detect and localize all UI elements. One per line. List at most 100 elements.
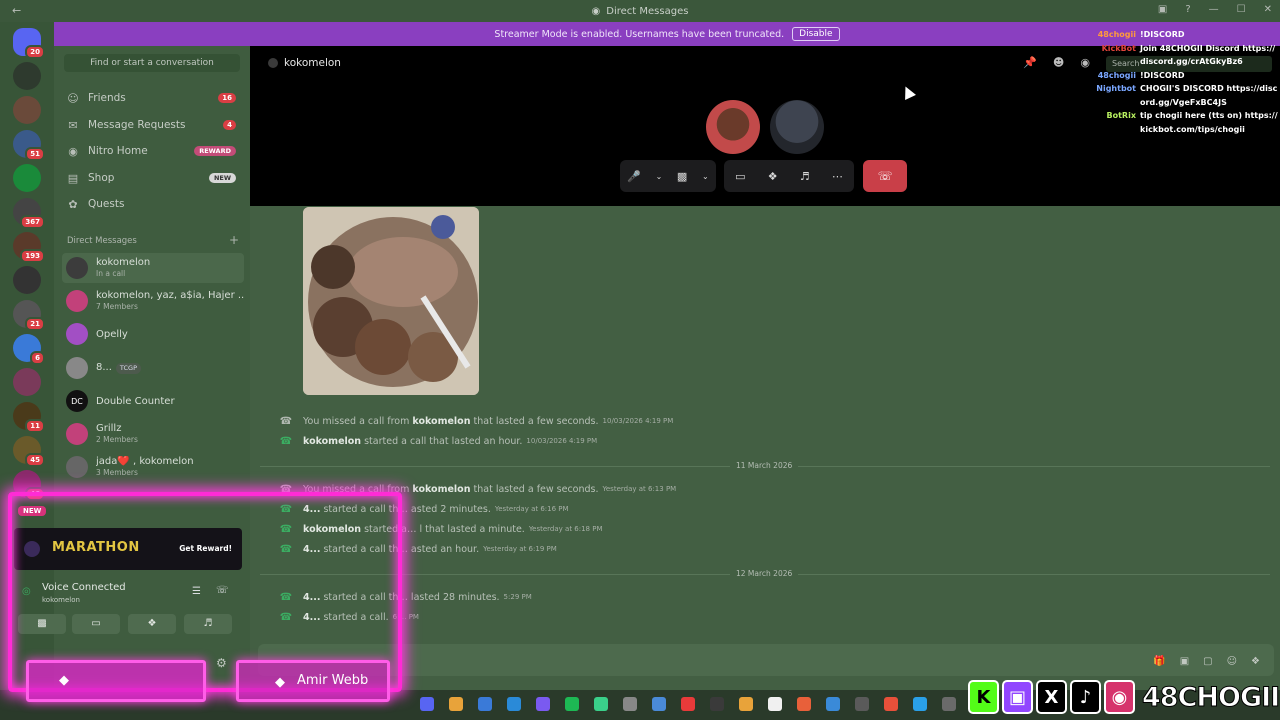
nav-friends[interactable]: ☺ Friends 16 [62,87,240,109]
dm-item[interactable]: DC Double Counter [62,386,244,416]
taskbar-app-icon[interactable] [826,697,840,711]
server-icon[interactable] [13,96,41,124]
streamer-name-card: ◆ Amir Webb [236,660,390,702]
taskbar-app-icon[interactable] [449,697,463,711]
composer-tools: 🎁 ▣ ▢ ☺ ❖ [1153,656,1260,667]
dm-item[interactable]: Grillz 2 Members [62,419,244,449]
dm-name: Double Counter [96,395,175,407]
server-icon[interactable]: 6 [13,334,45,365]
chevron-down-icon[interactable]: ⌄ [656,172,663,181]
server-icon[interactable] [13,266,41,294]
plus-icon[interactable]: + [229,233,239,247]
message-text: that lasted a few seconds. [470,415,599,427]
tiktok-icon: ♪ [1070,680,1101,714]
taskbar-app-icon[interactable] [681,697,695,711]
taskbar-app-icon[interactable] [797,697,811,711]
minimize-icon[interactable]: — [1209,4,1219,15]
dm-status: 2 Members [96,435,138,444]
new-tag: NEW [208,173,236,183]
server-icon[interactable] [13,62,41,90]
dm-item[interactable]: 8... TCGP [62,353,244,383]
sticker-icon[interactable]: ▢ [1203,656,1212,667]
profile-icon[interactable]: ◉ [1080,56,1090,69]
maximize-icon[interactable]: ☐ [1237,4,1246,15]
nitro-icon: ◉ [68,144,78,158]
window-title: Direct Messages [606,5,689,17]
unread-badge: 193 [20,249,45,263]
soundboard-icon[interactable]: ♬ [800,170,810,183]
more-icon[interactable]: ⋯ [832,170,843,183]
home-icon[interactable]: 20 [13,28,45,59]
taskbar-app-icon[interactable] [623,697,637,711]
streamer-name: Amir Webb [297,673,369,688]
unread-badge: 6 [30,351,45,365]
nav-message-requests[interactable]: ✉ Message Requests 4 [62,114,240,136]
server-icon[interactable] [13,368,41,396]
arrow-left-icon[interactable]: ← [12,4,21,17]
username[interactable]: kokomelon [412,484,470,495]
taskbar-app-icon[interactable] [913,697,927,711]
username[interactable]: kokomelon [412,416,470,427]
chat-username: BotRix [1106,111,1136,120]
nav-shop[interactable]: ▤ Shop NEW [62,167,240,189]
activities-icon[interactable]: ❖ [768,170,778,183]
camera-off-icon[interactable]: ▩ [677,170,687,183]
server-icon[interactable]: 45 [13,436,45,467]
taskbar-app-icon[interactable] [710,697,724,711]
chat-text: tip chogii here (tts on) https://kickbot… [1140,111,1278,134]
quests-icon: ✿ [68,197,78,211]
dm-item[interactable]: jada❤️ , kokomelon 3 Members [62,452,244,482]
shared-image[interactable] [303,207,479,395]
chevron-down-icon[interactable]: ⌄ [702,172,709,181]
server-icon[interactable]: 367 [13,198,45,229]
taskbar-app-icon[interactable] [942,697,956,711]
help-icon[interactable]: ? [1185,4,1190,15]
inbox-icon[interactable]: ▣ [1158,4,1167,15]
emoji-icon[interactable]: ☺ [1227,656,1237,667]
apps-icon[interactable]: ❖ [1251,656,1260,667]
server-icon[interactable]: 21 [13,300,45,331]
disable-button[interactable]: Disable [792,27,840,41]
search-input[interactable]: Find or start a conversation [64,54,240,72]
server-icon[interactable]: 193 [13,232,45,263]
share-screen-icon[interactable]: ▭ [735,170,745,183]
nav-nitro-home[interactable]: ◉ Nitro Home REWARD [62,140,240,162]
participant-avatar[interactable] [770,100,824,154]
participant-avatar[interactable] [706,100,760,154]
audio-video-controls: 🎤 ⌄ ▩ ⌄ [620,160,716,192]
server-icon[interactable]: 11 [13,402,45,433]
mic-icon[interactable]: 🎤 [627,170,641,183]
avatar [66,323,88,345]
taskbar-app-icon[interactable] [507,697,521,711]
social-links: K ▣ X ♪ ◉ 48CHOGII [968,674,1280,720]
dm-item[interactable]: kokomelon, yaz, a$ia, Hajer ... 7 Member… [62,286,244,316]
close-icon[interactable]: ✕ [1264,4,1272,15]
message-composer[interactable] [258,644,1274,676]
taskbar-app-icon[interactable] [594,697,608,711]
date-divider-label: 12 March 2026 [730,569,799,578]
dm-item[interactable]: kokomelon In a call [62,253,244,283]
taskbar-app-icon[interactable] [420,697,434,711]
taskbar-app-icon[interactable] [768,697,782,711]
unread-badge: 45 [25,453,45,467]
pin-icon[interactable]: 📌 [1023,56,1037,69]
server-icon[interactable] [13,164,41,192]
envelope-icon: ✉ [68,118,78,132]
taskbar-app-icon[interactable] [536,697,550,711]
dm-item[interactable]: Opelly [62,319,244,349]
taskbar-app-icon[interactable] [565,697,579,711]
shop-icon: ▤ [67,171,79,185]
taskbar-app-icon[interactable] [478,697,492,711]
overlay-chat-line: 48chogii !DISCORD [1094,28,1280,42]
taskbar-app-icon[interactable] [884,697,898,711]
add-friend-icon[interactable]: ☻ [1053,56,1064,69]
taskbar-app-icon[interactable] [652,697,666,711]
phone-hangup-icon[interactable]: ☏ [863,160,907,192]
taskbar-app-icon[interactable] [855,697,869,711]
username[interactable]: kokomelon [303,436,361,447]
nav-quests[interactable]: ✿ Quests [62,193,240,215]
gif-icon[interactable]: ▣ [1180,656,1189,667]
gift-icon[interactable]: 🎁 [1153,656,1165,667]
taskbar-app-icon[interactable] [739,697,753,711]
server-icon[interactable]: 51 [13,130,45,161]
